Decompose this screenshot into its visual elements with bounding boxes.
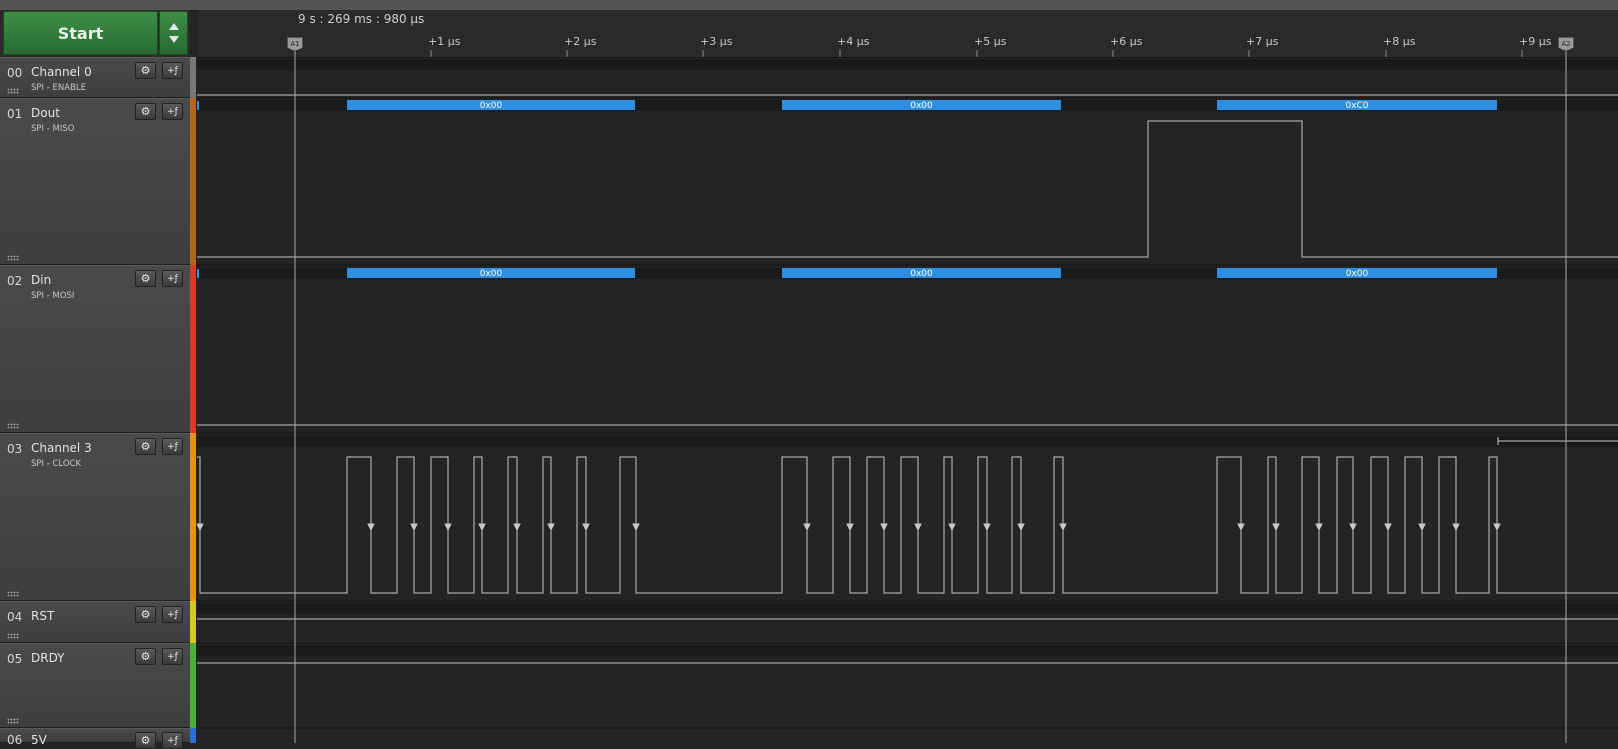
falling-edge-arrow-icon (632, 523, 640, 532)
decode-lane (197, 436, 1618, 447)
clock-edge-arrows (196, 523, 1501, 532)
falling-edge-arrow-icon (1452, 523, 1460, 532)
decode-byte-label: 0x00 (1346, 269, 1369, 279)
decode-start-marker (197, 269, 199, 278)
row-separators (197, 97, 1618, 729)
falling-edge-arrow-icon (367, 523, 375, 532)
falling-edge-arrow-icon (803, 523, 811, 532)
falling-edge-arrow-icon (478, 523, 486, 532)
falling-edge-arrow-icon (1384, 523, 1392, 532)
falling-edge-arrow-icon (582, 523, 590, 532)
falling-edge-arrow-icon (983, 523, 991, 532)
falling-edge-arrow-icon (1349, 523, 1357, 532)
mosi-decode-bars: 0x00 0x00 0x00 (347, 268, 1497, 279)
falling-edge-arrow-icon (196, 523, 204, 532)
decode-start-marker (197, 101, 199, 110)
falling-edge-arrow-icon (444, 523, 452, 532)
falling-edge-arrow-icon (1493, 523, 1501, 532)
falling-edge-arrow-icon (547, 523, 555, 532)
decode-byte-label: 0x00 (910, 101, 933, 111)
decode-lane (197, 59, 1618, 70)
dout-waveform (197, 120, 1618, 258)
decode-byte-label: 0x00 (910, 269, 933, 279)
decode-byte-label: 0xC0 (1345, 101, 1368, 111)
falling-edge-arrow-icon (1315, 523, 1323, 532)
falling-edge-arrow-icon (410, 523, 418, 532)
falling-edge-arrow-icon (846, 523, 854, 532)
decode-lane (197, 603, 1618, 614)
decode-byte-label: 0x00 (480, 269, 503, 279)
falling-edge-arrow-icon (1017, 523, 1025, 532)
decode-lane (197, 645, 1618, 656)
falling-edge-arrow-icon (948, 523, 956, 532)
waveform-canvas: 0x00 0x00 0xC0 0x00 0x00 0x00 (196, 50, 1618, 743)
falling-edge-arrow-icon (880, 523, 888, 532)
ruler-tick-marks (294, 50, 1523, 57)
falling-edge-arrow-icon (1059, 523, 1067, 532)
clock-waveform (197, 456, 1618, 594)
falling-edge-arrow-icon (1237, 523, 1245, 532)
decode-byte-label: 0x00 (480, 101, 503, 111)
falling-edge-arrow-icon (1418, 523, 1426, 532)
miso-decode-bars: 0x00 0x00 0xC0 (347, 100, 1497, 111)
falling-edge-arrow-icon (914, 523, 922, 532)
falling-edge-arrow-icon (1272, 523, 1280, 532)
falling-edge-arrow-icon (513, 523, 521, 532)
